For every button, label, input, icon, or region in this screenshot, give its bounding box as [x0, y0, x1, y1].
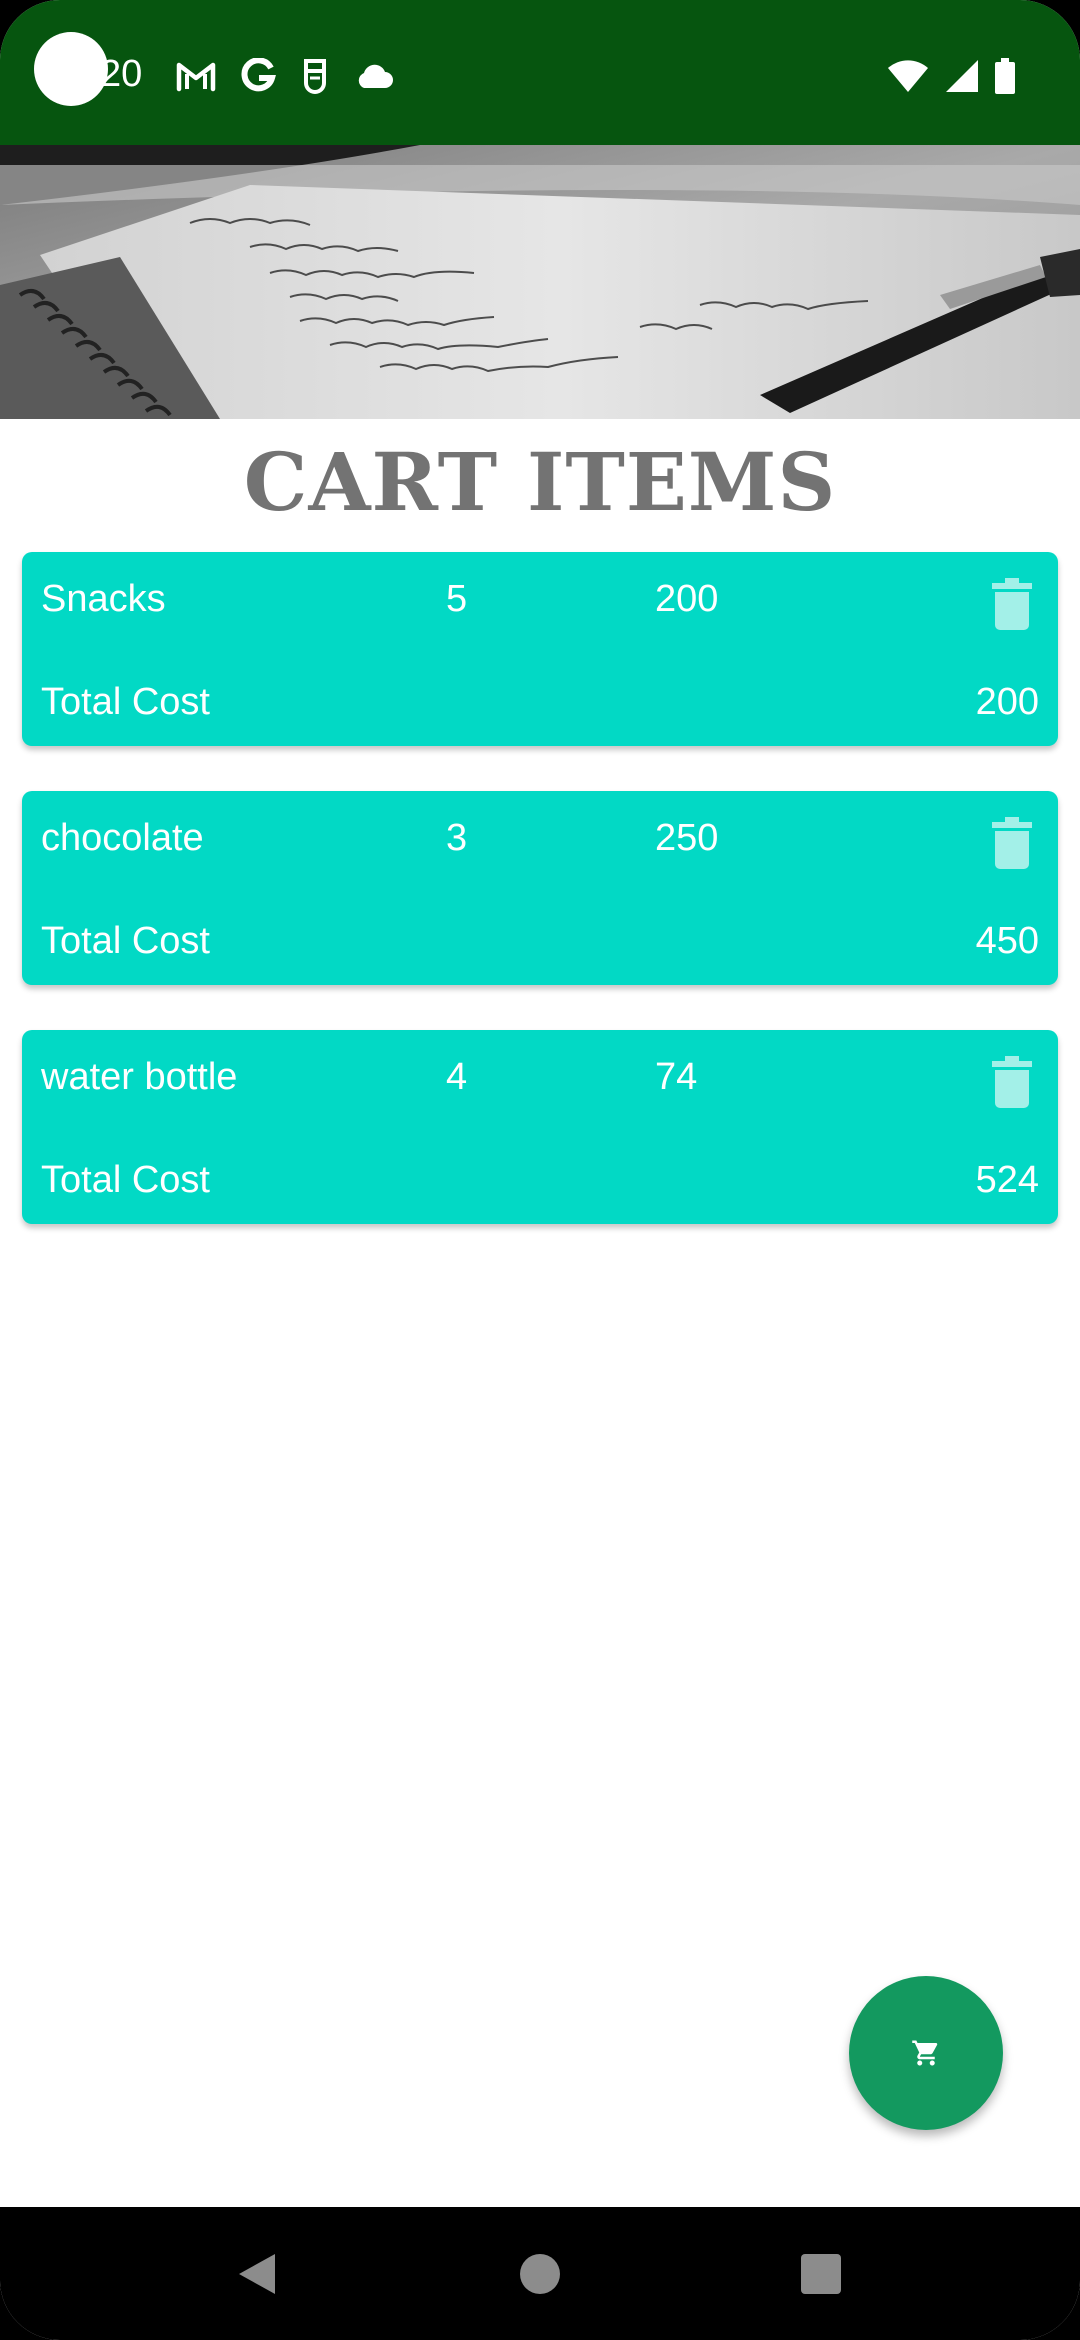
- item-quantity: 3: [446, 817, 468, 859]
- notification-icons: [176, 56, 394, 96]
- item-price: 250: [655, 817, 719, 859]
- item-price: 74: [655, 1056, 698, 1098]
- back-icon: [239, 2254, 275, 2294]
- total-cost-value: 450: [975, 920, 1039, 962]
- gmail-icon: [176, 60, 216, 92]
- item-price: 200: [655, 578, 719, 620]
- system-status-icons: [886, 56, 1016, 96]
- recents-icon: [801, 2254, 841, 2294]
- cart-fab-button[interactable]: [849, 1976, 1003, 2130]
- trash-icon: [992, 578, 1032, 630]
- delete-button[interactable]: [982, 574, 1042, 634]
- total-cost-label: Total Cost: [41, 681, 210, 723]
- recents-button[interactable]: [776, 2229, 866, 2319]
- wifi-icon: [886, 58, 930, 94]
- trash-icon: [992, 817, 1032, 869]
- item-quantity: 4: [446, 1056, 468, 1098]
- google-icon: [240, 58, 276, 94]
- item-name: water bottle: [41, 1056, 238, 1098]
- navigation-bar: [0, 2207, 1080, 2340]
- header-notebook-image: [0, 145, 1080, 419]
- total-cost-value: 200: [975, 681, 1039, 723]
- delete-button[interactable]: [982, 1052, 1042, 1112]
- item-name: chocolate: [41, 817, 204, 859]
- cart-item-card: Snacks 5 200 Total Cost 200: [22, 552, 1058, 746]
- status-time: 20: [100, 53, 143, 95]
- face-icon: [300, 57, 330, 95]
- phone-screen: 20 CART ITEMS Snacks 5 200 Total Cost 20…: [0, 0, 1080, 2340]
- cloud-icon: [354, 62, 394, 90]
- total-cost-label: Total Cost: [41, 1159, 210, 1201]
- total-cost-value: 524: [975, 1159, 1039, 1201]
- delete-button[interactable]: [982, 813, 1042, 873]
- cart-item-card: chocolate 3 250 Total Cost 450: [22, 791, 1058, 985]
- signal-icon: [944, 58, 980, 94]
- page-title: CART ITEMS: [243, 435, 837, 529]
- back-button[interactable]: [212, 2229, 302, 2319]
- item-quantity: 5: [446, 578, 468, 620]
- item-name: Snacks: [41, 578, 166, 620]
- home-button[interactable]: [495, 2229, 585, 2319]
- trash-icon: [992, 1056, 1032, 1108]
- cart-list: Snacks 5 200 Total Cost 200 chocolate 3 …: [22, 552, 1058, 1269]
- home-icon: [520, 2254, 560, 2294]
- total-cost-label: Total Cost: [41, 920, 210, 962]
- status-bar: 20: [0, 0, 1080, 145]
- cart-item-card: water bottle 4 74 Total Cost 524: [22, 1030, 1058, 1224]
- cart-icon: [912, 2040, 938, 2066]
- battery-icon: [994, 58, 1016, 94]
- camera-cutout: [34, 32, 108, 106]
